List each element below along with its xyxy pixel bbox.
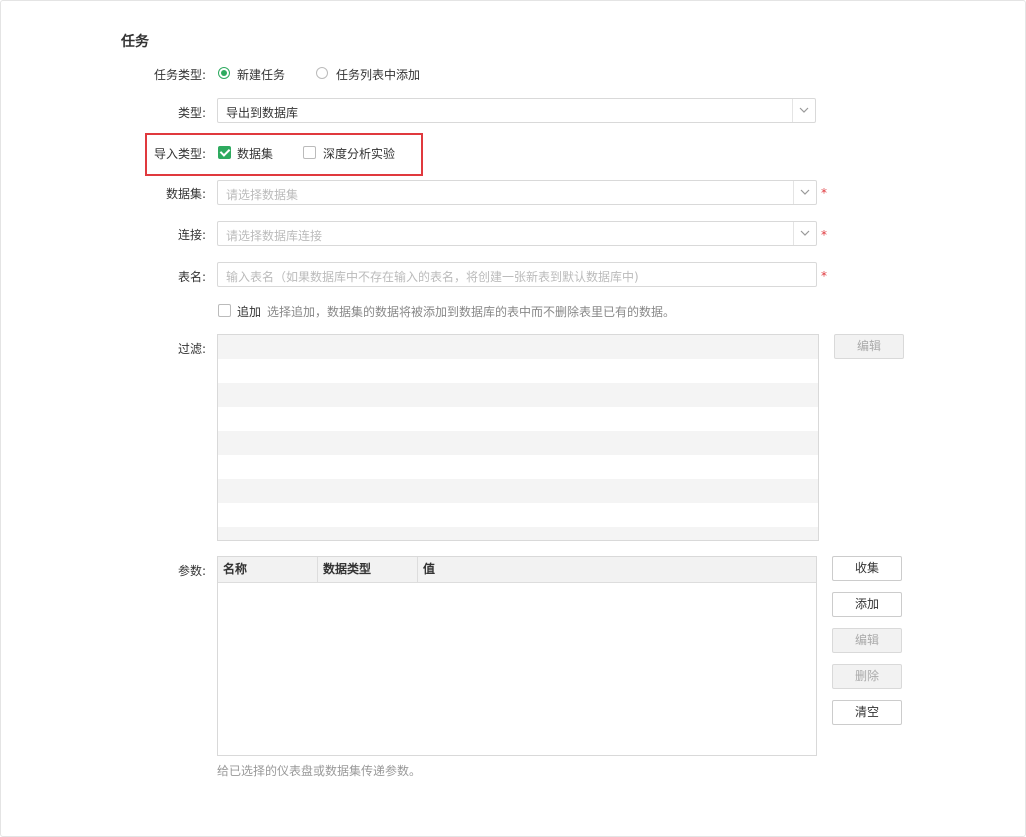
collect-button[interactable]: 收集 (832, 556, 902, 581)
filter-row (218, 407, 818, 431)
type-select-value: 导出到数据库 (226, 106, 299, 120)
checkbox-append-label: 追加 (237, 305, 262, 319)
radio-add-from-list-label: 任务列表中添加 (336, 68, 421, 82)
checkbox-deep-analysis[interactable]: 深度分析实验 (303, 145, 403, 161)
connection-select-toggle[interactable] (793, 222, 816, 245)
required-marker: * (821, 269, 827, 283)
required-marker: * (821, 228, 827, 242)
filter-area[interactable] (217, 334, 819, 541)
table-name-label: 表名: (177, 270, 206, 284)
dataset-label: 数据集: (165, 187, 206, 201)
radio-new-task[interactable]: 新建任务 (218, 66, 298, 82)
checkbox-unchecked-icon[interactable] (303, 146, 316, 159)
filter-edit-button[interactable]: 编辑 (834, 334, 904, 359)
param-edit-button[interactable]: 编辑 (832, 628, 902, 653)
checkbox-unchecked-icon[interactable] (218, 304, 231, 317)
filter-row (218, 335, 818, 359)
filter-row (218, 359, 818, 383)
type-select-toggle[interactable] (792, 99, 815, 122)
dataset-select-placeholder: 请选择数据集 (226, 188, 299, 202)
dataset-select-toggle[interactable] (793, 181, 816, 204)
radio-selected-icon[interactable] (218, 67, 230, 79)
chevron-down-icon (800, 230, 810, 236)
checkbox-dataset[interactable]: 数据集 (218, 145, 288, 161)
radio-unselected-icon[interactable] (316, 67, 328, 79)
section-title: 任务 (121, 34, 149, 50)
filter-row (218, 527, 818, 540)
filter-row (218, 383, 818, 407)
connection-select-placeholder: 请选择数据库连接 (226, 229, 323, 243)
type-label: 类型: (177, 106, 206, 120)
checkbox-dataset-label: 数据集 (237, 147, 274, 161)
chevron-down-icon (799, 107, 809, 113)
task-type-label: 任务类型: (153, 68, 206, 82)
import-type-label: 导入类型: (153, 147, 206, 161)
connection-select[interactable]: 请选择数据库连接 (217, 221, 817, 246)
params-table-header: 名称 数据类型 值 (218, 557, 816, 583)
chevron-down-icon (800, 189, 810, 195)
delete-button[interactable]: 删除 (832, 664, 902, 689)
table-name-input[interactable]: 输入表名（如果数据库中不存在输入的表名，将创建一张新表到默认数据库中) (217, 262, 817, 287)
add-button[interactable]: 添加 (832, 592, 902, 617)
clear-button[interactable]: 清空 (832, 700, 902, 725)
checkbox-deep-analysis-label: 深度分析实验 (323, 147, 396, 161)
column-header-name[interactable]: 名称 (218, 557, 318, 582)
radio-new-task-label: 新建任务 (237, 68, 286, 82)
params-hint: 给已选择的仪表盘或数据集传递参数。 (217, 764, 422, 778)
append-hint: 选择追加，数据集的数据将被添加到数据库的表中而不删除表里已有的数据。 (267, 305, 676, 319)
radio-add-from-list[interactable]: 任务列表中添加 (316, 66, 436, 82)
filter-row (218, 503, 818, 527)
required-marker: * (821, 186, 827, 200)
params-label: 参数: (177, 564, 206, 578)
type-select[interactable]: 导出到数据库 (217, 98, 816, 123)
column-header-value[interactable]: 值 (418, 557, 816, 582)
filter-row (218, 431, 818, 455)
checkbox-checked-icon[interactable] (218, 146, 231, 159)
filter-label: 过滤: (177, 342, 206, 356)
column-header-data-type[interactable]: 数据类型 (318, 557, 418, 582)
connection-label: 连接: (177, 228, 206, 242)
filter-row (218, 479, 818, 503)
params-table[interactable]: 名称 数据类型 值 (217, 556, 817, 756)
dataset-select[interactable]: 请选择数据集 (217, 180, 817, 205)
checkbox-append[interactable]: 追加 (218, 303, 268, 319)
filter-row (218, 455, 818, 479)
table-name-placeholder: 输入表名（如果数据库中不存在输入的表名，将创建一张新表到默认数据库中) (226, 270, 639, 284)
